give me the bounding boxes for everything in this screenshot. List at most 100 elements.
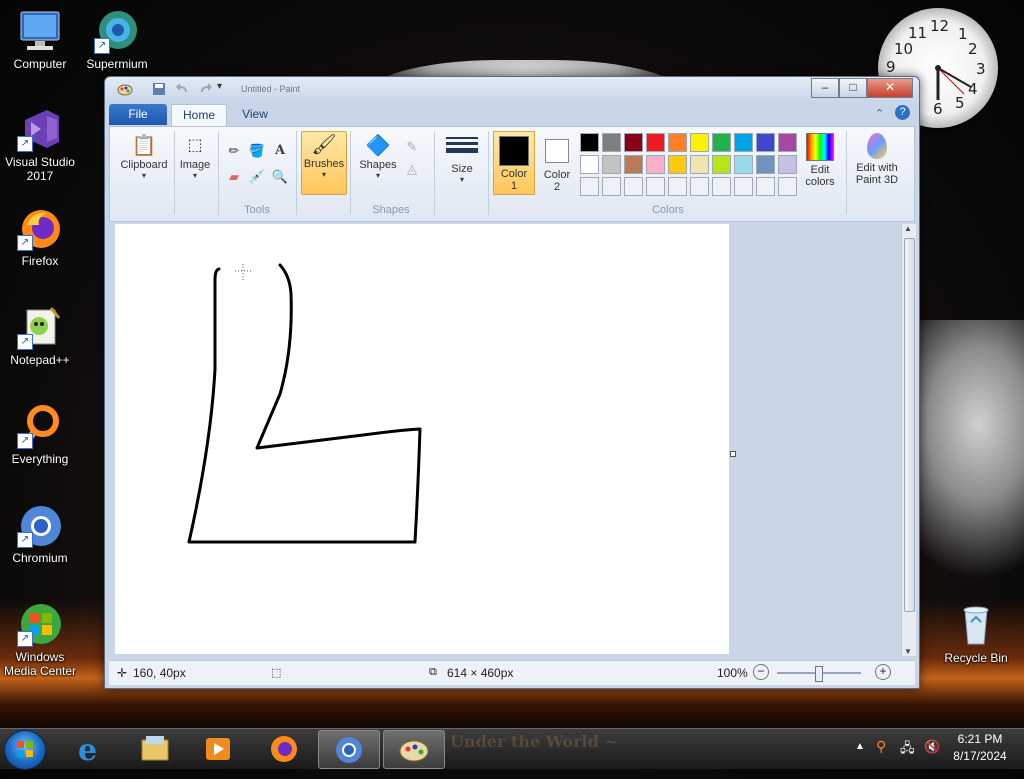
show-hidden-icons-icon[interactable]: ▲ <box>855 741 865 752</box>
color2-button[interactable]: Color 2 <box>538 131 576 193</box>
palette-swatch-empty[interactable] <box>580 177 599 196</box>
chevron-down-icon: ▾ <box>375 171 380 180</box>
fill-icon[interactable]: 🪣 <box>247 141 267 161</box>
shortcut-arrow-icon: ↗ <box>17 235 33 251</box>
tab-file[interactable]: File <box>109 104 167 125</box>
vertical-scrollbar[interactable]: ▲ ▼ <box>901 224 916 656</box>
clipboard-button[interactable]: 📋 Clipboard ▾ <box>118 133 170 180</box>
shapes-button[interactable]: 🔷 Shapes ▾ <box>356 133 400 180</box>
palette-swatch-empty[interactable] <box>624 177 643 196</box>
palette-swatch[interactable] <box>734 155 753 174</box>
palette-swatch-empty[interactable] <box>646 177 665 196</box>
outline-icon[interactable]: ✎ <box>402 137 422 157</box>
palette-swatch-empty[interactable] <box>778 177 797 196</box>
color-picker-icon[interactable]: 💉 <box>247 167 267 187</box>
edit-colors-button[interactable]: Edit colors <box>798 133 842 188</box>
palette-swatch[interactable] <box>646 155 665 174</box>
palette-swatch[interactable] <box>668 155 687 174</box>
desktop-icon-windows-media-center[interactable]: ↗ Windows Media Center <box>0 601 80 678</box>
taskbar-chromium[interactable] <box>318 730 380 769</box>
close-button[interactable]: ✕ <box>867 78 913 98</box>
taskbar: e Under the World ~ ▲ ⚲ 🖧 🔇 6:21 PM 8/17… <box>0 728 1024 770</box>
network-icon[interactable]: 🖧 <box>900 739 915 761</box>
palette-swatch[interactable] <box>668 133 687 152</box>
desktop-icon-computer[interactable]: Computer <box>0 8 80 71</box>
shape-fill-icon[interactable]: ◬ <box>402 159 422 179</box>
canvas-resize-handle[interactable] <box>730 451 736 457</box>
palette-swatch[interactable] <box>778 133 797 152</box>
palette-swatch[interactable] <box>712 133 731 152</box>
size-button[interactable]: Size ▾ <box>440 133 484 184</box>
palette-swatch[interactable] <box>646 133 665 152</box>
edit-with-paint3d-button[interactable]: Edit with Paint 3D <box>850 133 904 186</box>
palette-swatch[interactable] <box>624 133 643 152</box>
help-icon[interactable]: ? <box>895 105 910 120</box>
palette-swatch[interactable] <box>756 133 775 152</box>
canvas-workarea[interactable] <box>109 224 901 656</box>
windows-logo-icon <box>17 741 33 757</box>
zoom-in-button[interactable]: + <box>875 664 891 680</box>
tray-clock[interactable]: 6:21 PM 8/17/2024 <box>952 732 1008 763</box>
zoom-slider-thumb[interactable] <box>815 666 823 682</box>
scrollbar-thumb[interactable] <box>904 238 915 612</box>
palette-swatch[interactable] <box>580 133 599 152</box>
ribbon-divider <box>296 131 297 215</box>
undo-icon[interactable] <box>175 81 191 97</box>
ribbon-divider <box>434 131 435 215</box>
title-bar[interactable]: ▾ Untitled - Paint – □ ✕ <box>105 77 919 103</box>
brushes-button[interactable]: 🖌 Brushes ▾ <box>301 131 347 195</box>
text-icon[interactable]: A <box>270 141 290 161</box>
minimize-ribbon-icon[interactable]: ⌃ <box>875 107 884 120</box>
taskbar-media-player[interactable] <box>188 730 248 767</box>
tab-home[interactable]: Home <box>171 104 227 126</box>
desktop-icon-visual-studio[interactable]: ↗ Visual Studio 2017 <box>0 106 80 183</box>
start-button[interactable] <box>4 730 46 770</box>
palette-swatch-empty[interactable] <box>602 177 621 196</box>
desktop-icon-chromium[interactable]: ↗ Chromium <box>0 502 80 565</box>
paint-app-icon[interactable] <box>117 81 133 97</box>
zoom-out-button[interactable]: − <box>753 664 769 680</box>
taskbar-paint[interactable] <box>383 730 445 769</box>
palette-swatch[interactable] <box>690 155 709 174</box>
palette-swatch[interactable] <box>778 155 797 174</box>
eraser-icon[interactable]: ▰ <box>224 167 244 187</box>
scroll-up-icon[interactable]: ▲ <box>904 224 912 233</box>
minimize-button[interactable]: – <box>811 78 839 98</box>
scroll-down-icon[interactable]: ▼ <box>904 647 912 656</box>
palette-swatch[interactable] <box>756 155 775 174</box>
quick-access-dropdown-icon[interactable]: ▾ <box>217 81 233 97</box>
palette-swatch[interactable] <box>580 155 599 174</box>
desktop-icon-firefox[interactable]: ↗ Firefox <box>0 205 80 268</box>
palette-swatch[interactable] <box>712 155 731 174</box>
image-button[interactable]: ⬚ Image ▾ <box>176 133 214 180</box>
palette-swatch-empty[interactable] <box>734 177 753 196</box>
palette-swatch-empty[interactable] <box>756 177 775 196</box>
maximize-button[interactable]: □ <box>839 78 867 98</box>
desktop-icon-supermium[interactable]: ↗ Supermium <box>77 8 157 71</box>
taskbar-internet-explorer[interactable]: e <box>60 730 120 768</box>
taskbar-file-explorer[interactable] <box>124 730 184 767</box>
desktop-icon-everything[interactable]: ↗ Everything <box>0 403 80 466</box>
palette-swatch-empty[interactable] <box>712 177 731 196</box>
palette-swatch[interactable] <box>602 155 621 174</box>
palette-swatch-empty[interactable] <box>668 177 687 196</box>
tab-view[interactable]: View <box>233 104 277 125</box>
taskbar-firefox[interactable] <box>254 730 314 767</box>
zoom-slider[interactable] <box>777 666 861 682</box>
drawing-canvas[interactable] <box>115 224 729 654</box>
palette-swatch[interactable] <box>602 133 621 152</box>
palette-swatch[interactable] <box>734 133 753 152</box>
palette-swatch-empty[interactable] <box>690 177 709 196</box>
pencil-icon[interactable]: ✏ <box>224 141 244 161</box>
paint-window[interactable]: ▾ Untitled - Paint – □ ✕ File Home View … <box>104 76 920 689</box>
redo-icon[interactable] <box>197 81 213 97</box>
palette-swatch[interactable] <box>624 155 643 174</box>
everything-tray-icon[interactable]: ⚲ <box>876 738 886 755</box>
magnifier-icon[interactable]: 🔍 <box>270 167 290 187</box>
save-icon[interactable] <box>151 81 167 97</box>
volume-muted-icon[interactable]: 🔇 <box>924 739 940 755</box>
color1-button[interactable]: Color 1 <box>493 131 535 195</box>
desktop-icon-notepad-plus-plus[interactable]: ↗ Notepad++ <box>0 304 80 367</box>
palette-swatch[interactable] <box>690 133 709 152</box>
desktop-icon-recycle-bin[interactable]: Recycle Bin <box>936 602 1016 665</box>
